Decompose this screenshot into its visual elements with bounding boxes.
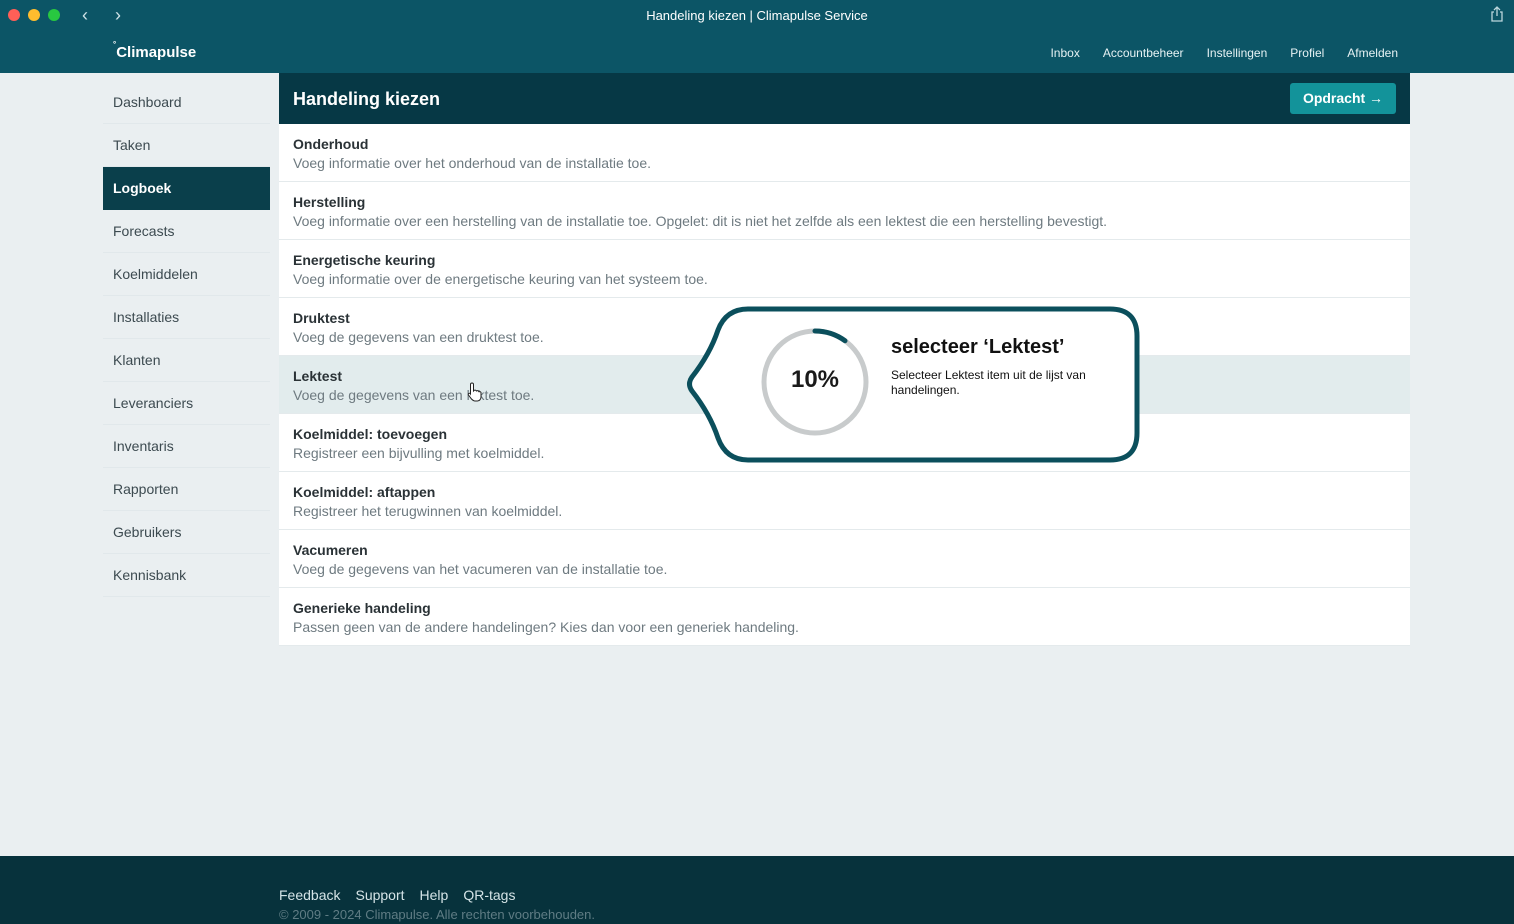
sidebar-item-taken[interactable]: Taken <box>103 124 270 167</box>
sidebar-item-kennisbank[interactable]: Kennisbank <box>103 554 270 597</box>
panel-header: Handeling kiezen Opdracht → <box>279 73 1410 124</box>
action-title: Onderhoud <box>293 136 369 152</box>
sidebar-item-inventaris[interactable]: Inventaris <box>103 425 270 468</box>
action-description: Voeg informatie over de energetische keu… <box>293 271 708 287</box>
action-item-generieke-handeling[interactable]: Generieke handeling Passen geen van de an… <box>279 588 1410 646</box>
sidebar-item-gebruikers[interactable]: Gebruikers <box>103 511 270 554</box>
action-title: Koelmiddel: aftappen <box>293 484 436 500</box>
action-description: Voeg de gegevens van het vacumeren van d… <box>293 561 668 577</box>
climapulse-logo[interactable]: °Climapulse <box>113 40 196 61</box>
action-description: Voeg informatie over het onderhoud van d… <box>293 155 652 171</box>
sidebar-item-installaties[interactable]: Installaties <box>103 296 270 339</box>
action-title: Energetische keuring <box>293 252 436 268</box>
sidebar-item-logboek[interactable]: Logboek <box>103 167 270 210</box>
sidebar-item-koelmiddelen[interactable]: Koelmiddelen <box>103 253 270 296</box>
action-description: Passen geen van de andere handelingen? K… <box>293 619 799 635</box>
footer-link-support[interactable]: Support <box>355 887 404 903</box>
tooltip-title: selecteer ‘Lektest’ <box>891 336 1065 358</box>
action-description: Registreer het terugwinnen van koelmidde… <box>293 503 563 519</box>
app-header: °Climapulse Inbox Accountbeheer Instelling… <box>0 32 1514 73</box>
sidebar-item-leveranciers[interactable]: Leveranciers <box>103 382 270 425</box>
action-item-herstelling[interactable]: Herstelling Voeg informatie over een hers… <box>279 182 1410 240</box>
action-item-vacumeren[interactable]: Vacumeren Voeg de gegevens van het vacume… <box>279 530 1410 588</box>
action-item-energetische-keuring[interactable]: Energetische keuring Voeg informatie over… <box>279 240 1410 298</box>
window-title: Handeling kiezen | Climapulse Service <box>646 8 868 23</box>
copyright-text: © 2009 - 2024 Climapulse. Alle rechten v… <box>279 907 596 922</box>
topnav-afmelden[interactable]: Afmelden <box>1347 46 1398 60</box>
action-item-koelmiddel-aftappen[interactable]: Koelmiddel: aftappen Registreer het terug… <box>279 472 1410 530</box>
sidebar-navigation: Dashboard Taken Logboek Forecasts Koelmiddel… <box>103 81 270 597</box>
opdracht-button[interactable]: Opdracht → <box>1290 83 1396 114</box>
window-titlebar: ‹ › Handeling kiezen | Climapulse Servic… <box>0 0 1514 32</box>
action-title: Vacumeren <box>293 542 368 558</box>
topnav-instellingen[interactable]: Instellingen <box>1207 46 1268 60</box>
action-title: Herstelling <box>293 194 366 210</box>
sidebar-item-forecasts[interactable]: Forecasts <box>103 210 270 253</box>
topnav-profiel[interactable]: Profiel <box>1290 46 1324 60</box>
share-icon[interactable] <box>1490 6 1504 22</box>
sidebar-item-rapporten[interactable]: Rapporten <box>103 468 270 511</box>
footer-link-help[interactable]: Help <box>420 887 449 903</box>
footer-link-qr-tags[interactable]: QR-tags <box>463 887 515 903</box>
progress-label: 10% <box>790 366 840 393</box>
action-description: Voeg informatie over een herstelling van… <box>293 213 1108 229</box>
topnav-accountbeheer[interactable]: Accountbeheer <box>1103 46 1184 60</box>
page-title: Handeling kiezen <box>293 89 441 109</box>
action-title: Generieke handeling <box>293 600 431 616</box>
action-item-onderhoud[interactable]: Onderhoud Voeg informatie over het onderh… <box>279 124 1410 182</box>
sidebar-item-klanten[interactable]: Klanten <box>103 339 270 382</box>
sidebar-item-dashboard[interactable]: Dashboard <box>103 81 270 124</box>
hand-cursor-icon <box>467 382 482 402</box>
tooltip-text: Selecteer Lektest item uit de lijst van … <box>891 368 1086 397</box>
page-footer: Feedback Support Help QR-tags © 2009 - 2024… <box>0 856 1514 924</box>
footer-link-feedback[interactable]: Feedback <box>279 887 340 903</box>
top-navigation: Inbox Accountbeheer Instellingen Profiel Afm… <box>1050 46 1398 60</box>
footer-links: Feedback Support Help QR-tags <box>279 887 515 903</box>
topnav-inbox[interactable]: Inbox <box>1050 46 1079 60</box>
